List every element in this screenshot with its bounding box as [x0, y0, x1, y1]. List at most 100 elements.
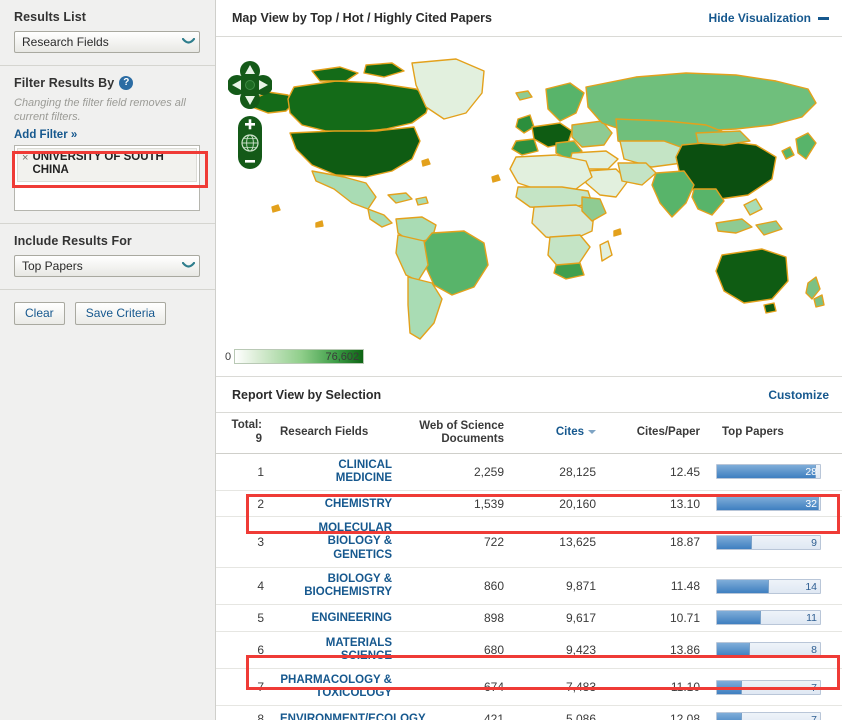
row-cites: 9,617	[512, 605, 604, 631]
table-row[interactable]: 7PHARMACOLOGY & TOXICOLOGY6747,48311.107	[216, 669, 842, 706]
help-icon[interactable]: ?	[119, 76, 133, 90]
map-zoom-control[interactable]	[237, 115, 263, 170]
table-row[interactable]: 8ENVIRONMENT/ECOLOGY4215,08612.087	[216, 706, 842, 720]
filter-section: Filter Results By ? Changing the filter …	[0, 66, 215, 224]
row-wos-documents: 2,259	[400, 453, 512, 490]
row-cites-per-paper: 10.71	[604, 605, 708, 631]
world-map-svg[interactable]	[216, 37, 842, 376]
row-top-papers-cell: 7	[708, 669, 842, 706]
save-criteria-button[interactable]: Save Criteria	[75, 302, 166, 325]
column-cites-per-paper: Cites/Paper	[604, 413, 708, 453]
row-rank: 5	[216, 605, 272, 631]
table-row[interactable]: 6MATERIALS SCIENCE6809,42313.868	[216, 631, 842, 668]
include-results-select-wrap[interactable]: Top Papers	[14, 255, 200, 277]
research-field-link[interactable]: MOLECULAR BIOLOGY & GENETICS	[280, 522, 392, 562]
results-list-select-wrap[interactable]: Research Fields	[14, 31, 200, 53]
row-wos-documents: 722	[400, 517, 512, 568]
map-legend: 0 76,602	[225, 349, 364, 364]
include-results-select[interactable]: Top Papers	[14, 255, 200, 277]
top-papers-bar-fill	[717, 580, 769, 593]
row-cites: 9,871	[512, 567, 604, 604]
row-top-papers-cell: 11	[708, 605, 842, 631]
row-field-cell: BIOLOGY & BIOCHEMISTRY	[272, 567, 400, 604]
top-papers-value: 9	[811, 536, 817, 550]
add-filter-link[interactable]: Add Filter »	[14, 129, 77, 141]
top-papers-bar: 7	[716, 712, 821, 720]
column-cites[interactable]: Cites	[512, 413, 604, 453]
column-research-fields: Research Fields	[272, 413, 400, 453]
table-row[interactable]: 1CLINICAL MEDICINE2,25928,12512.4528	[216, 453, 842, 490]
map-controls[interactable]	[228, 57, 274, 170]
report-table-head: Total: 9 Research Fields Web of Science …	[216, 413, 842, 453]
table-header-row: Total: 9 Research Fields Web of Science …	[216, 413, 842, 453]
table-row[interactable]: 2CHEMISTRY1,53920,16013.1032	[216, 491, 842, 517]
filter-hint: Changing the filter field removes all cu…	[14, 97, 201, 125]
row-field-cell: PHARMACOLOGY & TOXICOLOGY	[272, 669, 400, 706]
row-wos-documents: 1,539	[400, 491, 512, 517]
sort-descending-icon[interactable]	[588, 430, 596, 434]
row-cites: 7,483	[512, 669, 604, 706]
research-field-link[interactable]: BIOLOGY & BIOCHEMISTRY	[280, 573, 392, 599]
filter-heading: Filter Results By	[14, 76, 114, 90]
top-papers-value: 8	[811, 643, 817, 657]
row-top-papers-cell: 8	[708, 631, 842, 668]
sidebar: Results List Research Fields Filter Resu…	[0, 0, 216, 720]
research-field-link[interactable]: ENGINEERING	[311, 612, 392, 625]
research-field-link[interactable]: PHARMACOLOGY & TOXICOLOGY	[280, 674, 392, 700]
row-field-cell: CLINICAL MEDICINE	[272, 453, 400, 490]
close-icon[interactable]: ×	[22, 151, 28, 179]
table-row[interactable]: 4BIOLOGY & BIOCHEMISTRY8609,87111.4814	[216, 567, 842, 604]
research-field-link[interactable]: CLINICAL MEDICINE	[280, 459, 392, 485]
results-list-select[interactable]: Research Fields	[14, 31, 200, 53]
row-rank: 2	[216, 491, 272, 517]
hide-visualization-button[interactable]: Hide Visualization	[709, 11, 829, 25]
customize-button[interactable]: Customize	[768, 388, 829, 402]
top-papers-value: 11	[806, 611, 817, 625]
top-papers-bar: 8	[716, 642, 821, 657]
table-row[interactable]: 3MOLECULAR BIOLOGY & GENETICS72213,62518…	[216, 517, 842, 568]
top-papers-bar-fill	[717, 713, 742, 720]
row-field-cell: ENVIRONMENT/ECOLOGY	[272, 706, 400, 720]
minus-icon	[818, 17, 829, 20]
results-list-heading: Results List	[14, 10, 201, 24]
filter-chip-label: UNIVERSITY OF SOUTH CHINA	[32, 151, 192, 179]
filter-chip-empty-area[interactable]	[17, 182, 197, 208]
row-rank: 7	[216, 669, 272, 706]
filter-chip-list[interactable]: × UNIVERSITY OF SOUTH CHINA	[14, 145, 200, 212]
cites-sort-link[interactable]: Cites	[556, 426, 584, 438]
top-papers-bar: 32	[716, 496, 821, 511]
research-field-link[interactable]: CHEMISTRY	[325, 498, 392, 511]
world-map-visualization[interactable]: 0 76,602	[216, 37, 842, 376]
row-wos-documents: 674	[400, 669, 512, 706]
top-papers-bar: 11	[716, 610, 821, 625]
column-wos-documents: Web of Science Documents	[400, 413, 512, 453]
row-rank: 1	[216, 453, 272, 490]
row-cites-per-paper: 11.48	[604, 567, 708, 604]
row-field-cell: MATERIALS SCIENCE	[272, 631, 400, 668]
hide-visualization-label: Hide Visualization	[709, 11, 811, 25]
row-wos-documents: 860	[400, 567, 512, 604]
research-field-link[interactable]: ENVIRONMENT/ECOLOGY	[280, 713, 398, 720]
table-row[interactable]: 5ENGINEERING8989,61710.7111	[216, 605, 842, 631]
include-results-section: Include Results For Top Papers	[0, 224, 215, 290]
top-papers-bar-fill	[717, 611, 761, 624]
row-cites: 5,086	[512, 706, 604, 720]
research-field-link[interactable]: MATERIALS SCIENCE	[280, 637, 392, 663]
report-table: Total: 9 Research Fields Web of Science …	[216, 413, 842, 720]
results-list-section: Results List Research Fields	[0, 0, 215, 66]
row-wos-documents: 680	[400, 631, 512, 668]
app-root: Results List Research Fields Filter Resu…	[0, 0, 842, 720]
row-cites: 20,160	[512, 491, 604, 517]
row-rank: 6	[216, 631, 272, 668]
row-field-cell: CHEMISTRY	[272, 491, 400, 517]
row-cites-per-paper: 12.45	[604, 453, 708, 490]
filter-chip[interactable]: × UNIVERSITY OF SOUTH CHINA	[17, 148, 197, 183]
clear-button[interactable]: Clear	[14, 302, 65, 325]
pan-arrows-icon[interactable]	[228, 57, 272, 113]
top-papers-bar: 7	[716, 680, 821, 695]
row-field-cell: MOLECULAR BIOLOGY & GENETICS	[272, 517, 400, 568]
column-top-papers: Top Papers	[708, 413, 842, 453]
total-label: Total:	[224, 419, 262, 433]
row-top-papers-cell: 14	[708, 567, 842, 604]
row-cites-per-paper: 13.86	[604, 631, 708, 668]
